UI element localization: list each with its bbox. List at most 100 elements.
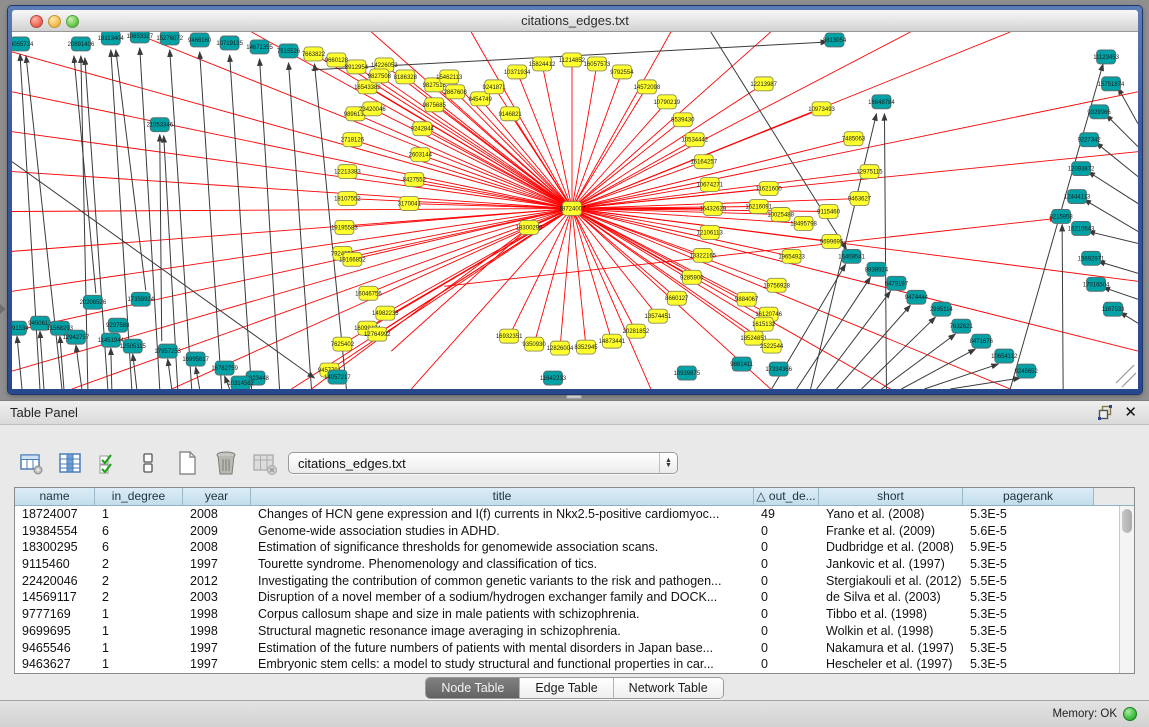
graph-node[interactable]: 9474444 [905,290,929,304]
graph-node[interactable]: 9881411 [730,357,753,371]
table-row[interactable]: 911546021997Tourette syndrome. Phenomeno… [15,556,1119,573]
graph-node[interactable]: 17359924 [127,292,154,306]
memory-ok-indicator[interactable] [1123,707,1137,721]
graph-edge[interactable] [1088,172,1138,204]
column-header-title[interactable]: title [251,488,754,505]
graph-node[interactable]: 2522544 [760,339,784,353]
graph-node[interactable]: 10653327 [126,32,153,43]
graph-node[interactable]: 16046756 [355,286,382,300]
graph-edge[interactable] [133,354,137,389]
graph-edge[interactable] [1098,261,1138,273]
scrollbar-thumb[interactable] [1122,509,1132,533]
graph-edge[interactable] [572,102,667,209]
graph-edge[interactable] [884,114,886,389]
graph-edge[interactable] [12,172,572,209]
graph-node[interactable]: 13574451 [645,309,672,323]
graph-node[interactable]: 12106113 [697,225,724,239]
graph-edge[interactable] [26,56,62,389]
graph-edge[interactable] [352,209,572,260]
column-header-name[interactable]: name [15,488,95,505]
column-header-out_de[interactable]: △ out_de... [754,488,819,505]
graph-node[interactable]: 11123453 [1093,50,1119,64]
graph-node[interactable]: 7663822 [302,47,326,61]
graph-edge[interactable] [572,92,1138,209]
graph-node[interactable]: 20206526 [80,295,107,309]
graph-node[interactable]: 16782759 [211,361,238,375]
graph-edge[interactable] [12,132,572,209]
graph-node[interactable]: 9242844 [411,122,435,136]
graph-node[interactable]: 10719135 [216,36,243,50]
graph-node[interactable]: 12942757 [63,330,90,344]
graph-node[interactable]: 8471676 [970,334,994,348]
graph-edge[interactable] [1096,143,1138,177]
graph-node[interactable]: 12213383 [334,165,361,179]
graph-edge[interactable] [168,359,172,389]
graph-node[interactable]: 7625402 [331,337,355,351]
column-header-year[interactable]: year [183,488,251,505]
graph-node[interactable]: 10790219 [654,95,681,109]
graph-node[interactable]: 15692971 [1078,251,1105,265]
graph-edge[interactable] [572,209,586,348]
graph-edge[interactable] [385,209,572,314]
graph-node[interactable]: 9146821 [498,107,522,121]
graph-node[interactable]: 9285900 [680,270,704,284]
graph-edge[interactable] [924,364,998,389]
graph-edge[interactable] [901,349,975,389]
graph-edge[interactable] [230,55,252,389]
graph-node[interactable]: 15462113 [436,70,463,84]
table-row[interactable]: 977716911998Corpus callosum shape and si… [15,606,1119,623]
graph-edge[interactable] [434,85,572,209]
graph-node[interactable]: 20891406 [68,37,95,51]
graph-node[interactable]: 1167533 [1102,302,1125,316]
graph-node[interactable]: 9884067 [735,292,759,306]
graph-node[interactable]: 15824412 [529,57,556,71]
cells-icon[interactable] [135,450,161,476]
graph-node[interactable]: 9297588 [106,318,130,332]
graph-node[interactable]: 16164257 [690,155,717,169]
graph-node[interactable]: 11621600 [756,182,783,196]
graph-node[interactable]: 16648784 [868,95,895,109]
graph-node[interactable]: 9329966 [1087,105,1111,119]
graph-node[interactable]: 17016504 [1083,277,1110,291]
graph-node[interactable]: 13322165 [689,248,716,262]
graph-node[interactable]: 6479197 [885,276,909,290]
graph-edge[interactable] [200,52,222,389]
splitter-handle[interactable] [566,395,582,399]
column-visibility-icon[interactable] [57,450,83,476]
graph-node[interactable]: 9391534 [12,321,29,335]
new-column-icon[interactable] [174,450,200,476]
graph-edge[interactable] [367,87,572,209]
graph-node[interactable]: 9463627 [848,192,872,206]
graph-edge[interactable] [572,209,1010,389]
graph-node[interactable]: 10654112 [991,349,1018,363]
graph-edge[interactable] [861,317,935,389]
graph-node[interactable]: 10371934 [504,65,531,79]
graph-node[interactable]: 7485063 [842,132,866,146]
graph-edge[interactable] [260,59,280,389]
graph-node[interactable]: 10025488 [767,208,794,222]
graph-node[interactable]: 16409541 [838,249,865,263]
graph-node[interactable]: 19195583 [331,220,358,234]
graph-edge[interactable] [289,63,312,389]
graph-node[interactable]: 20281852 [623,324,650,338]
graph-node[interactable]: 9466160 [188,33,212,47]
graph-node[interactable]: 11214852 [559,53,586,67]
graph-edge[interactable] [1116,365,1134,383]
table-row[interactable]: 1938455462009Genome-wide association stu… [15,523,1119,540]
delete-table-icon[interactable] [252,450,278,476]
graph-node[interactable]: 10534442 [681,133,708,147]
graph-edge[interactable] [12,209,572,332]
table-row[interactable]: 946554611997Estimation of the future num… [15,640,1119,657]
graph-node[interactable]: 2718126 [341,133,365,147]
graph-node[interactable]: 18113404 [98,32,125,45]
graph-node[interactable]: 9245652 [1015,364,1039,378]
graph-node[interactable]: 2935114 [930,302,953,316]
graph-node[interactable]: 8660127 [665,291,689,305]
graph-edge[interactable] [950,378,1020,389]
graph-node[interactable]: 19654923 [778,249,805,263]
graph-node[interactable]: 18107552 [334,192,361,206]
graph-edge[interactable] [40,331,44,389]
graph-node[interactable]: 12213987 [750,77,777,91]
graph-node[interactable]: 9227342 [1077,133,1101,147]
graph-node[interactable]: 8912954 [345,60,369,74]
